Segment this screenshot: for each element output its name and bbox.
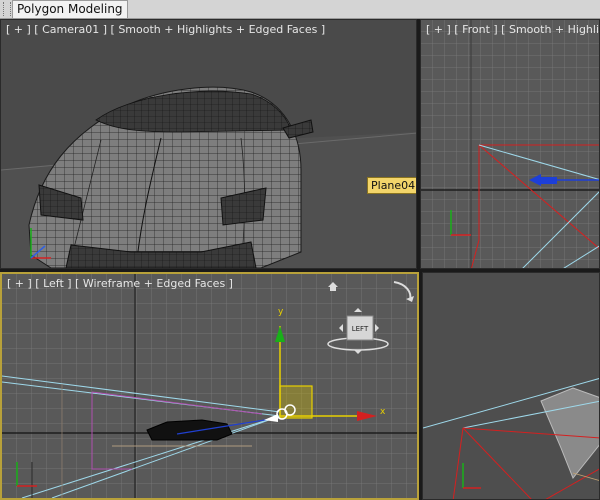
left-view-canvas: y x LEFT	[2, 274, 417, 498]
viewport-label-left[interactable]: [ + ] [ Left ] [ Wireframe + Edged Faces…	[7, 277, 233, 290]
ribbon-grip[interactable]	[3, 2, 11, 16]
svg-text:LEFT: LEFT	[352, 325, 369, 333]
perspective-view-canvas	[423, 378, 599, 499]
ribbon-bar: Polygon Modeling	[0, 0, 600, 19]
viewport-camera[interactable]: [ + ] [ Camera01 ] [ Smooth + Highlights…	[0, 19, 417, 269]
viewport-left[interactable]: y x LEFT [ + ] [ Left ] [ Wireframe + Ed…	[0, 272, 419, 500]
viewport-perspective[interactable]	[422, 272, 600, 500]
tab-polygon-modeling[interactable]: Polygon Modeling	[12, 0, 128, 18]
gizmo-y-label: y	[278, 307, 284, 317]
front-view-canvas	[421, 20, 599, 268]
object-tooltip: Plane04	[367, 177, 416, 194]
camera-view-canvas	[1, 86, 416, 268]
gizmo-plane-handle	[279, 385, 313, 419]
gizmo-x-label: x	[380, 407, 386, 417]
viewport-label-camera[interactable]: [ + ] [ Camera01 ] [ Smooth + Highlights…	[6, 23, 325, 36]
viewport-front[interactable]: [ + ] [ Front ] [ Smooth + Highlights + …	[420, 19, 600, 269]
viewport-label-front[interactable]: [ + ] [ Front ] [ Smooth + Highlights + …	[426, 23, 599, 36]
